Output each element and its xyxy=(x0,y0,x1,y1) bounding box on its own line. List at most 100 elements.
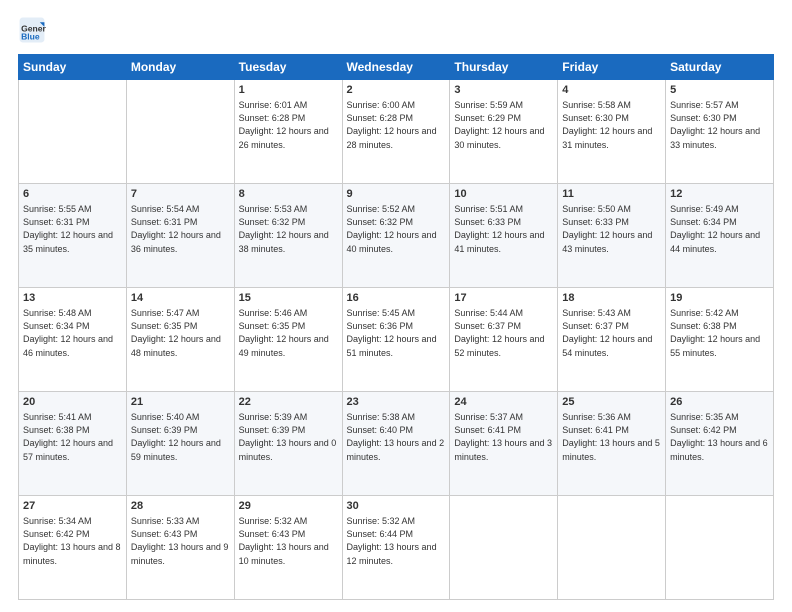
svg-text:Blue: Blue xyxy=(21,31,40,41)
day-info: Sunrise: 5:47 AMSunset: 6:35 PMDaylight:… xyxy=(131,307,230,359)
calendar-cell: 26Sunrise: 5:35 AMSunset: 6:42 PMDayligh… xyxy=(666,392,774,496)
day-number: 24 xyxy=(454,395,553,410)
day-number: 17 xyxy=(454,291,553,306)
day-info: Sunrise: 5:54 AMSunset: 6:31 PMDaylight:… xyxy=(131,203,230,255)
calendar-cell: 13Sunrise: 5:48 AMSunset: 6:34 PMDayligh… xyxy=(19,288,127,392)
calendar-cell: 8Sunrise: 5:53 AMSunset: 6:32 PMDaylight… xyxy=(234,184,342,288)
day-number: 29 xyxy=(239,499,338,514)
calendar-cell: 10Sunrise: 5:51 AMSunset: 6:33 PMDayligh… xyxy=(450,184,558,288)
day-info: Sunrise: 5:45 AMSunset: 6:36 PMDaylight:… xyxy=(347,307,446,359)
day-number: 7 xyxy=(131,187,230,202)
day-info: Sunrise: 5:37 AMSunset: 6:41 PMDaylight:… xyxy=(454,411,553,463)
calendar-cell: 1Sunrise: 6:01 AMSunset: 6:28 PMDaylight… xyxy=(234,80,342,184)
calendar-cell: 29Sunrise: 5:32 AMSunset: 6:43 PMDayligh… xyxy=(234,496,342,600)
calendar-cell: 7Sunrise: 5:54 AMSunset: 6:31 PMDaylight… xyxy=(126,184,234,288)
day-info: Sunrise: 5:38 AMSunset: 6:40 PMDaylight:… xyxy=(347,411,446,463)
day-number: 10 xyxy=(454,187,553,202)
week-row-1: 1Sunrise: 6:01 AMSunset: 6:28 PMDaylight… xyxy=(19,80,774,184)
calendar-cell: 19Sunrise: 5:42 AMSunset: 6:38 PMDayligh… xyxy=(666,288,774,392)
weekday-thursday: Thursday xyxy=(450,55,558,80)
calendar-cell: 20Sunrise: 5:41 AMSunset: 6:38 PMDayligh… xyxy=(19,392,127,496)
day-info: Sunrise: 5:49 AMSunset: 6:34 PMDaylight:… xyxy=(670,203,769,255)
calendar-cell xyxy=(666,496,774,600)
calendar-cell: 12Sunrise: 5:49 AMSunset: 6:34 PMDayligh… xyxy=(666,184,774,288)
day-number: 25 xyxy=(562,395,661,410)
day-info: Sunrise: 5:58 AMSunset: 6:30 PMDaylight:… xyxy=(562,99,661,151)
day-info: Sunrise: 5:50 AMSunset: 6:33 PMDaylight:… xyxy=(562,203,661,255)
day-number: 23 xyxy=(347,395,446,410)
calendar-cell xyxy=(19,80,127,184)
day-number: 1 xyxy=(239,83,338,98)
logo: General Blue xyxy=(18,16,50,44)
calendar-cell: 15Sunrise: 5:46 AMSunset: 6:35 PMDayligh… xyxy=(234,288,342,392)
calendar-cell: 18Sunrise: 5:43 AMSunset: 6:37 PMDayligh… xyxy=(558,288,666,392)
day-info: Sunrise: 5:33 AMSunset: 6:43 PMDaylight:… xyxy=(131,515,230,567)
calendar-cell: 16Sunrise: 5:45 AMSunset: 6:36 PMDayligh… xyxy=(342,288,450,392)
day-number: 19 xyxy=(670,291,769,306)
day-number: 26 xyxy=(670,395,769,410)
logo-icon: General Blue xyxy=(18,16,46,44)
day-info: Sunrise: 5:46 AMSunset: 6:35 PMDaylight:… xyxy=(239,307,338,359)
calendar-cell: 23Sunrise: 5:38 AMSunset: 6:40 PMDayligh… xyxy=(342,392,450,496)
day-number: 16 xyxy=(347,291,446,306)
day-info: Sunrise: 5:44 AMSunset: 6:37 PMDaylight:… xyxy=(454,307,553,359)
weekday-header-row: SundayMondayTuesdayWednesdayThursdayFrid… xyxy=(19,55,774,80)
day-number: 5 xyxy=(670,83,769,98)
day-number: 9 xyxy=(347,187,446,202)
calendar-cell: 24Sunrise: 5:37 AMSunset: 6:41 PMDayligh… xyxy=(450,392,558,496)
day-number: 2 xyxy=(347,83,446,98)
day-number: 14 xyxy=(131,291,230,306)
day-number: 12 xyxy=(670,187,769,202)
calendar-cell: 14Sunrise: 5:47 AMSunset: 6:35 PMDayligh… xyxy=(126,288,234,392)
calendar-cell: 6Sunrise: 5:55 AMSunset: 6:31 PMDaylight… xyxy=(19,184,127,288)
calendar-cell: 27Sunrise: 5:34 AMSunset: 6:42 PMDayligh… xyxy=(19,496,127,600)
day-number: 22 xyxy=(239,395,338,410)
weekday-friday: Friday xyxy=(558,55,666,80)
calendar-cell: 3Sunrise: 5:59 AMSunset: 6:29 PMDaylight… xyxy=(450,80,558,184)
calendar-cell xyxy=(558,496,666,600)
week-row-4: 20Sunrise: 5:41 AMSunset: 6:38 PMDayligh… xyxy=(19,392,774,496)
weekday-sunday: Sunday xyxy=(19,55,127,80)
day-info: Sunrise: 5:41 AMSunset: 6:38 PMDaylight:… xyxy=(23,411,122,463)
weekday-tuesday: Tuesday xyxy=(234,55,342,80)
day-info: Sunrise: 5:52 AMSunset: 6:32 PMDaylight:… xyxy=(347,203,446,255)
day-info: Sunrise: 5:57 AMSunset: 6:30 PMDaylight:… xyxy=(670,99,769,151)
day-number: 4 xyxy=(562,83,661,98)
week-row-5: 27Sunrise: 5:34 AMSunset: 6:42 PMDayligh… xyxy=(19,496,774,600)
calendar-cell: 25Sunrise: 5:36 AMSunset: 6:41 PMDayligh… xyxy=(558,392,666,496)
day-info: Sunrise: 5:55 AMSunset: 6:31 PMDaylight:… xyxy=(23,203,122,255)
day-info: Sunrise: 5:32 AMSunset: 6:43 PMDaylight:… xyxy=(239,515,338,567)
day-number: 13 xyxy=(23,291,122,306)
calendar-cell: 2Sunrise: 6:00 AMSunset: 6:28 PMDaylight… xyxy=(342,80,450,184)
calendar-table: SundayMondayTuesdayWednesdayThursdayFrid… xyxy=(18,54,774,600)
day-info: Sunrise: 5:40 AMSunset: 6:39 PMDaylight:… xyxy=(131,411,230,463)
day-info: Sunrise: 6:01 AMSunset: 6:28 PMDaylight:… xyxy=(239,99,338,151)
weekday-saturday: Saturday xyxy=(666,55,774,80)
calendar-cell: 21Sunrise: 5:40 AMSunset: 6:39 PMDayligh… xyxy=(126,392,234,496)
day-number: 27 xyxy=(23,499,122,514)
day-number: 15 xyxy=(239,291,338,306)
day-number: 18 xyxy=(562,291,661,306)
week-row-2: 6Sunrise: 5:55 AMSunset: 6:31 PMDaylight… xyxy=(19,184,774,288)
day-number: 21 xyxy=(131,395,230,410)
calendar-cell xyxy=(126,80,234,184)
week-row-3: 13Sunrise: 5:48 AMSunset: 6:34 PMDayligh… xyxy=(19,288,774,392)
day-info: Sunrise: 5:39 AMSunset: 6:39 PMDaylight:… xyxy=(239,411,338,463)
calendar-cell: 30Sunrise: 5:32 AMSunset: 6:44 PMDayligh… xyxy=(342,496,450,600)
day-info: Sunrise: 5:43 AMSunset: 6:37 PMDaylight:… xyxy=(562,307,661,359)
weekday-monday: Monday xyxy=(126,55,234,80)
day-number: 20 xyxy=(23,395,122,410)
day-number: 11 xyxy=(562,187,661,202)
day-info: Sunrise: 5:34 AMSunset: 6:42 PMDaylight:… xyxy=(23,515,122,567)
calendar-cell: 22Sunrise: 5:39 AMSunset: 6:39 PMDayligh… xyxy=(234,392,342,496)
day-number: 28 xyxy=(131,499,230,514)
day-number: 6 xyxy=(23,187,122,202)
day-info: Sunrise: 5:35 AMSunset: 6:42 PMDaylight:… xyxy=(670,411,769,463)
calendar-cell: 17Sunrise: 5:44 AMSunset: 6:37 PMDayligh… xyxy=(450,288,558,392)
day-number: 8 xyxy=(239,187,338,202)
day-info: Sunrise: 6:00 AMSunset: 6:28 PMDaylight:… xyxy=(347,99,446,151)
day-info: Sunrise: 5:51 AMSunset: 6:33 PMDaylight:… xyxy=(454,203,553,255)
calendar-cell: 5Sunrise: 5:57 AMSunset: 6:30 PMDaylight… xyxy=(666,80,774,184)
day-info: Sunrise: 5:36 AMSunset: 6:41 PMDaylight:… xyxy=(562,411,661,463)
weekday-wednesday: Wednesday xyxy=(342,55,450,80)
